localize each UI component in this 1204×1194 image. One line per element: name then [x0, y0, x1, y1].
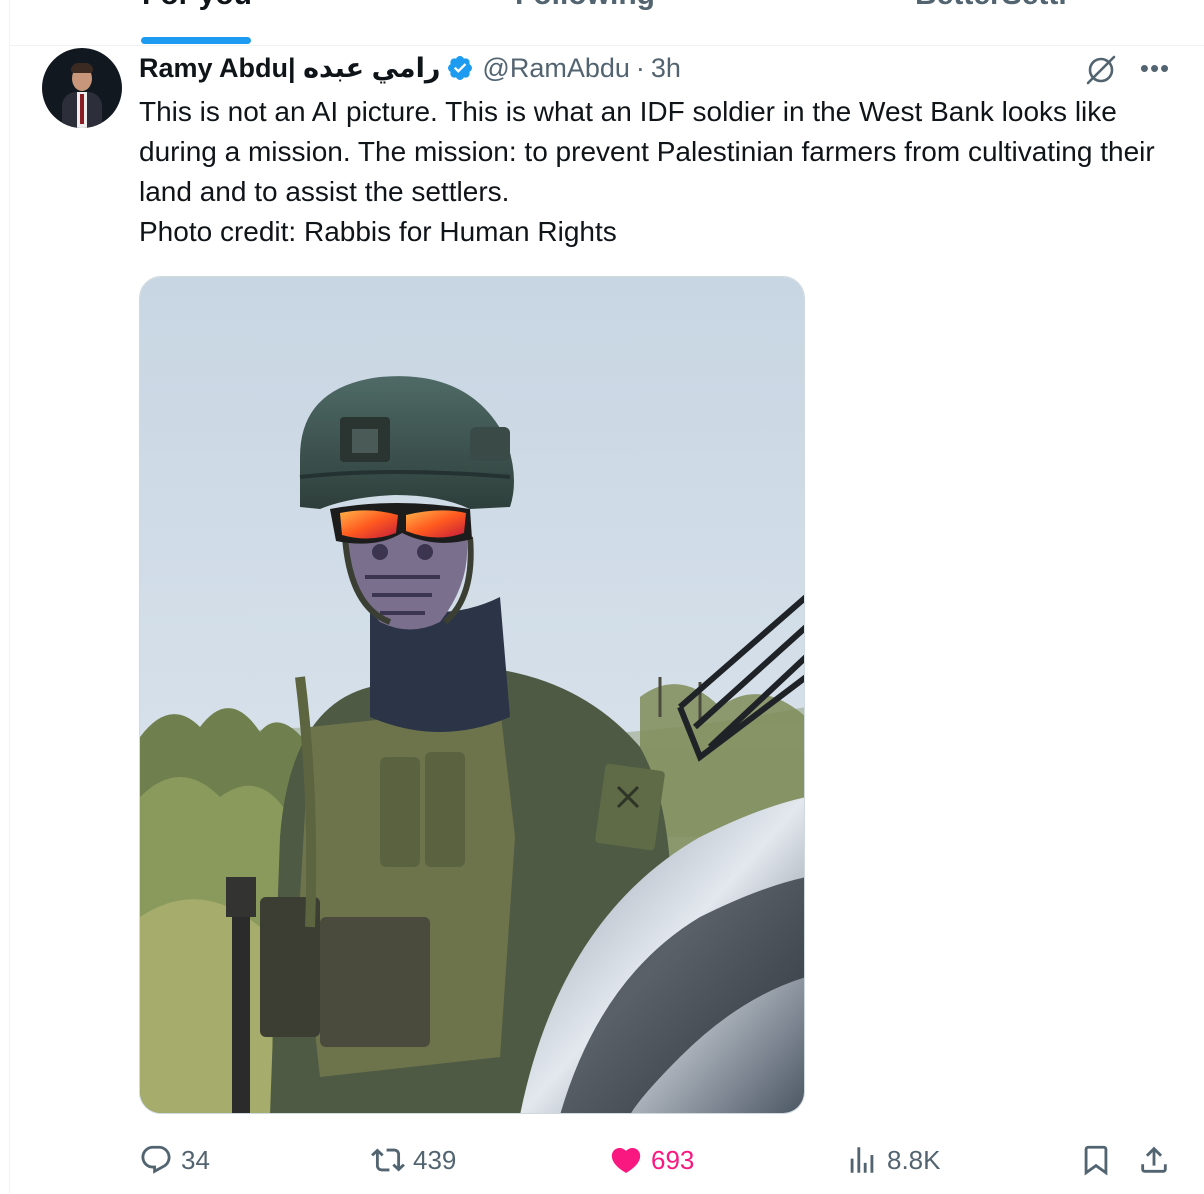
- user-handle[interactable]: @RamAbdu: [482, 53, 629, 84]
- retweet-count: 439: [413, 1144, 457, 1175]
- tweet-text-credit: Photo credit: Rabbis for Human Rights: [139, 216, 617, 247]
- views-icon: [850, 1147, 874, 1173]
- reply-icon: [141, 1145, 171, 1174]
- verified-badge-icon[interactable]: [446, 54, 474, 82]
- like-count: 693: [651, 1144, 695, 1175]
- active-tab-indicator: [141, 37, 251, 44]
- tweet-text-body: This is not an AI picture. This is what …: [139, 96, 1155, 207]
- display-name[interactable]: Ramy Abdu| رامي عبده: [139, 53, 440, 84]
- tab-extra[interactable]: BetterSettl: [915, 0, 1067, 12]
- tab-following[interactable]: Following: [515, 0, 655, 12]
- reply-count: 34: [181, 1144, 210, 1175]
- heart-icon: [611, 1147, 641, 1173]
- avatar-hair: [71, 63, 93, 73]
- bookmark-icon: [1084, 1145, 1108, 1176]
- column-divider: [9, 0, 10, 1194]
- retweet-button[interactable]: 439: [371, 1138, 456, 1182]
- views-button[interactable]: 8.8K: [845, 1138, 941, 1182]
- tweet-text: This is not an AI picture. This is what …: [139, 92, 1179, 252]
- more-options-icon[interactable]: •••: [1138, 54, 1172, 84]
- header-separator: ·: [635, 52, 645, 83]
- tweet-timestamp[interactable]: 3h: [651, 53, 681, 84]
- timeline-page: For you Following BetterSettl Ramy Abdu|…: [0, 0, 1204, 1194]
- views-count: 8.8K: [887, 1144, 941, 1175]
- avatar-tie: [80, 94, 84, 124]
- bookmark-button[interactable]: [1079, 1138, 1121, 1182]
- avatar[interactable]: [42, 48, 122, 128]
- retweet-icon: [371, 1148, 405, 1172]
- reply-button[interactable]: 34: [139, 1138, 210, 1182]
- share-button[interactable]: [1137, 1138, 1179, 1182]
- tweet-photo[interactable]: [139, 276, 805, 1114]
- tab-for-you[interactable]: For you: [142, 0, 252, 12]
- like-button[interactable]: 693: [609, 1138, 694, 1182]
- tweet-header: Ramy Abdu| رامي عبده @RamAbdu · 3h: [139, 50, 681, 86]
- tweet-actions: 34 439 693 8.8K: [139, 1138, 1179, 1182]
- timeline-tabs: For you Following BetterSettl: [10, 0, 1204, 46]
- grok-icon[interactable]: [1084, 53, 1118, 87]
- share-icon: [1141, 1146, 1167, 1173]
- soldier-photo-illustration: [140, 277, 804, 1113]
